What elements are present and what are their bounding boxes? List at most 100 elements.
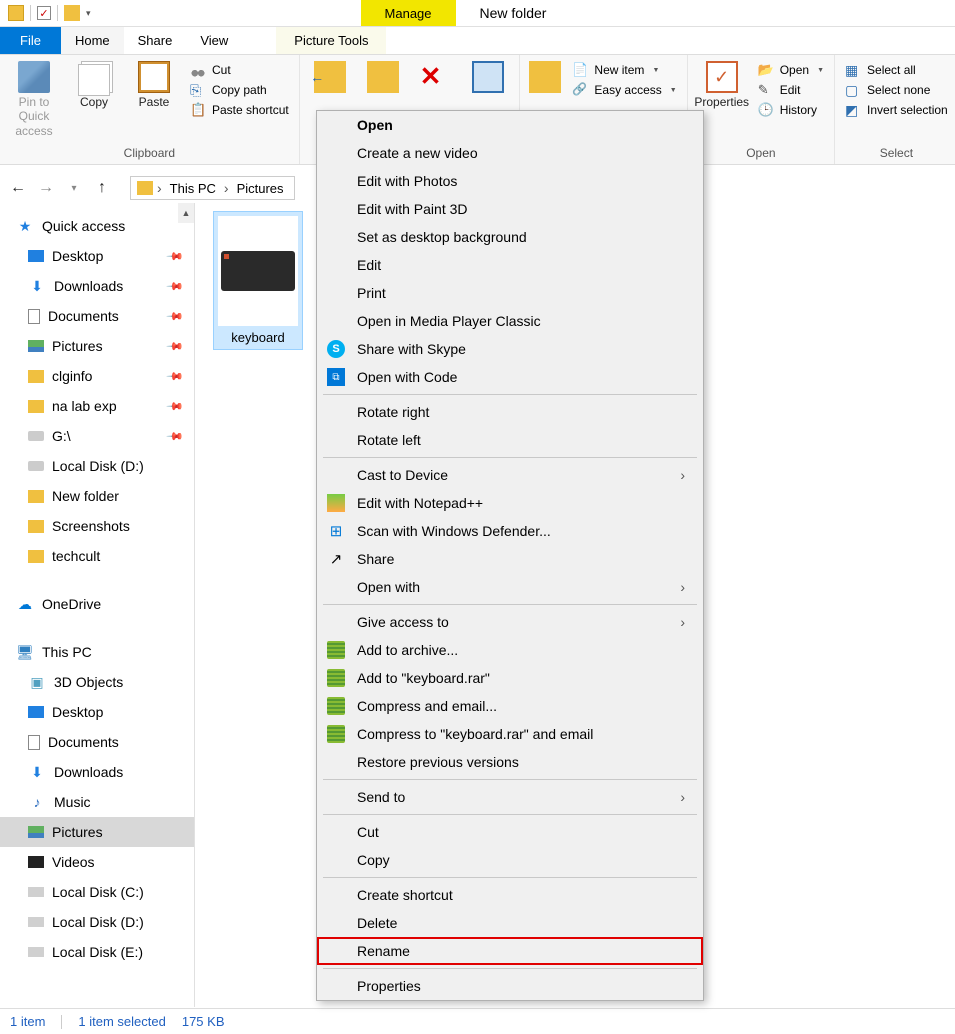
nav-pictures[interactable]: Pictures📌 <box>0 331 194 361</box>
easy-access-button[interactable]: Easy access ▼ <box>568 81 680 99</box>
ctx-delete[interactable]: Delete <box>317 909 703 937</box>
breadcrumb-sep-icon[interactable] <box>224 180 229 196</box>
qat-customize-icon[interactable]: ▾ <box>86 8 91 19</box>
cut-button[interactable]: Cut <box>186 61 293 79</box>
nav-videos[interactable]: Videos <box>0 847 194 877</box>
ctx-create-shortcut[interactable]: Create shortcut <box>317 881 703 909</box>
ctx-add-archive[interactable]: Add to archive... <box>317 636 703 664</box>
nav-desktop[interactable]: Desktop📌 <box>0 241 194 271</box>
ctx-compress-email[interactable]: Compress and email... <box>317 692 703 720</box>
tab-file[interactable]: File <box>0 27 61 54</box>
nav-g[interactable]: G:\📌 <box>0 421 194 451</box>
ctx-open[interactable]: Open <box>317 111 703 139</box>
ctx-restore-versions[interactable]: Restore previous versions <box>317 748 703 776</box>
breadcrumb-thispc[interactable]: This PC <box>166 181 220 196</box>
ctx-edit[interactable]: Edit <box>317 251 703 279</box>
forward-button[interactable]: → <box>34 176 58 200</box>
ctx-copy[interactable]: Copy <box>317 846 703 874</box>
nav-documents2[interactable]: Documents <box>0 727 194 757</box>
ctx-edit-notepadpp[interactable]: Edit with Notepad++ <box>317 489 703 517</box>
ctx-open-mpc[interactable]: Open in Media Player Classic <box>317 307 703 335</box>
file-item-keyboard[interactable]: keyboard <box>213 211 303 350</box>
move-to-button[interactable] <box>306 59 355 93</box>
tab-home[interactable]: Home <box>61 27 124 54</box>
ctx-give-access[interactable]: Give access to› <box>317 608 703 636</box>
qat-properties-icon[interactable]: ✓ <box>37 6 51 20</box>
nav-localdisk-d2[interactable]: Local Disk (D:) <box>0 907 194 937</box>
separator <box>323 877 697 878</box>
paste-button[interactable]: Paste <box>126 59 182 109</box>
ctx-rotate-left[interactable]: Rotate left <box>317 426 703 454</box>
open-button[interactable]: Open▼ <box>754 61 828 79</box>
nav-onedrive[interactable]: ☁OneDrive <box>0 589 194 619</box>
nav-pictures2[interactable]: Pictures <box>0 817 194 847</box>
copy-path-button[interactable]: Copy path <box>186 81 293 99</box>
ctx-compress-to-email[interactable]: Compress to "keyboard.rar" and email <box>317 720 703 748</box>
ctx-send-to[interactable]: Send to› <box>317 783 703 811</box>
tab-picture-tools[interactable]: Picture Tools <box>276 27 386 54</box>
qat-newfolder-icon[interactable] <box>64 5 80 21</box>
chevron-down-icon: ▼ <box>670 87 677 94</box>
tab-share[interactable]: Share <box>124 27 187 54</box>
ctx-edit-paint3d[interactable]: Edit with Paint 3D <box>317 195 703 223</box>
edit-button[interactable]: Edit <box>754 81 828 99</box>
ctx-set-desktop-bg[interactable]: Set as desktop background <box>317 223 703 251</box>
copy-button[interactable]: Copy <box>66 59 122 109</box>
delete-button[interactable] <box>411 59 460 93</box>
properties-icon <box>706 61 738 93</box>
breadcrumb-sep-icon[interactable] <box>157 180 162 196</box>
nav-techcult[interactable]: techcult <box>0 541 194 571</box>
ctx-rotate-right[interactable]: Rotate right <box>317 398 703 426</box>
nav-clginfo[interactable]: clginfo📌 <box>0 361 194 391</box>
nav-downloads[interactable]: ⬇Downloads📌 <box>0 271 194 301</box>
nav-music[interactable]: ♪Music <box>0 787 194 817</box>
recent-locations-button[interactable]: ▾ <box>62 176 86 200</box>
navigation-pane[interactable]: ▲ ★Quick access Desktop📌 ⬇Downloads📌 Doc… <box>0 203 195 1007</box>
label: Easy access <box>594 83 661 97</box>
select-none-button[interactable]: Select none <box>841 81 952 99</box>
nav-desktop2[interactable]: Desktop <box>0 697 194 727</box>
history-button[interactable]: History <box>754 101 828 119</box>
ctx-open-vscode[interactable]: ⧉Open with Code <box>317 363 703 391</box>
up-button[interactable]: ↑ <box>90 176 114 200</box>
new-item-button[interactable]: New item▼ <box>568 61 680 79</box>
ctx-scan-defender[interactable]: ⊞Scan with Windows Defender... <box>317 517 703 545</box>
nav-localdisk-c[interactable]: Local Disk (C:) <box>0 877 194 907</box>
select-all-icon <box>845 62 861 78</box>
nav-documents[interactable]: Documents📌 <box>0 301 194 331</box>
ctx-edit-photos[interactable]: Edit with Photos <box>317 167 703 195</box>
nav-screenshots[interactable]: Screenshots <box>0 511 194 541</box>
ctx-cut[interactable]: Cut <box>317 818 703 846</box>
select-all-button[interactable]: Select all <box>841 61 952 79</box>
ctx-cast-device[interactable]: Cast to Device› <box>317 461 703 489</box>
nav-downloads2[interactable]: ⬇Downloads <box>0 757 194 787</box>
new-folder-button[interactable] <box>526 59 565 93</box>
pictures-icon <box>28 340 44 352</box>
paste-shortcut-button[interactable]: Paste shortcut <box>186 101 293 119</box>
nav-localdisk-e[interactable]: Local Disk (E:) <box>0 937 194 967</box>
ctx-create-new-video[interactable]: Create a new video <box>317 139 703 167</box>
nav-thispc[interactable]: 🖥This PC <box>0 637 194 667</box>
nav-localdisk-d[interactable]: Local Disk (D:) <box>0 451 194 481</box>
ctx-add-rar[interactable]: Add to "keyboard.rar" <box>317 664 703 692</box>
address-bar[interactable]: This PC Pictures <box>130 176 295 200</box>
ctx-print[interactable]: Print <box>317 279 703 307</box>
nav-3dobjects[interactable]: ▣3D Objects <box>0 667 194 697</box>
ctx-share-skype[interactable]: SShare with Skype <box>317 335 703 363</box>
rename-button[interactable] <box>464 59 513 93</box>
back-button[interactable]: ← <box>6 176 30 200</box>
breadcrumb-pictures[interactable]: Pictures <box>233 181 288 196</box>
ctx-open-with[interactable]: Open with› <box>317 573 703 601</box>
nav-nalab[interactable]: na lab exp📌 <box>0 391 194 421</box>
invert-selection-button[interactable]: Invert selection <box>841 101 952 119</box>
contextual-tab-manage[interactable]: Manage <box>361 0 456 26</box>
nav-newfolder[interactable]: New folder <box>0 481 194 511</box>
ctx-properties[interactable]: Properties <box>317 972 703 1000</box>
quick-access-header[interactable]: ★Quick access <box>0 211 194 241</box>
properties-button[interactable]: Properties <box>694 59 750 109</box>
pin-quick-access-button[interactable]: Pin to Quick access <box>6 59 62 138</box>
copy-to-button[interactable] <box>358 59 407 93</box>
ctx-share[interactable]: ↗Share <box>317 545 703 573</box>
ctx-rename[interactable]: Rename <box>317 937 703 965</box>
tab-view[interactable]: View <box>186 27 242 54</box>
